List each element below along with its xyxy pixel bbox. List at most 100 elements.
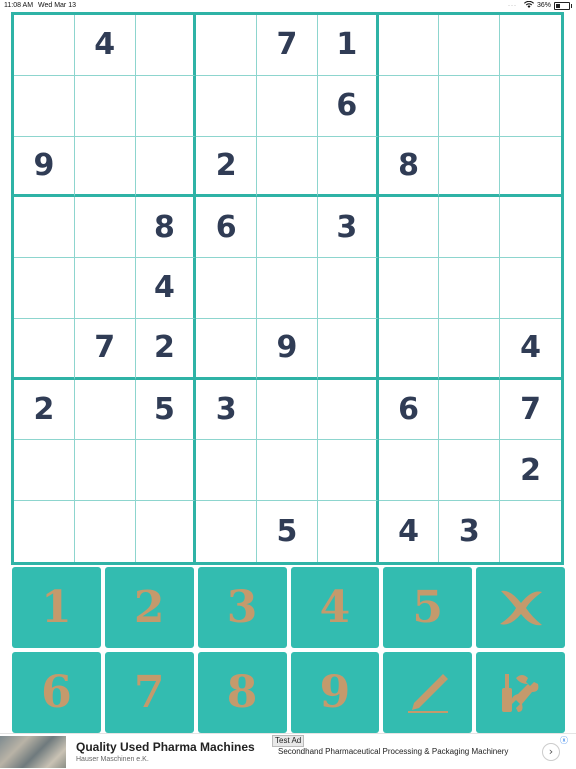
sudoku-cell[interactable] [318,501,379,562]
sudoku-cell[interactable] [74,440,136,502]
number-key-7[interactable]: 7 [104,652,194,733]
sudoku-cell[interactable]: 9 [14,136,75,198]
sudoku-cell[interactable] [135,75,197,137]
sudoku-cell[interactable] [439,75,501,137]
sudoku-cell[interactable] [439,379,501,441]
sudoku-cell[interactable]: 7 [500,380,561,441]
sudoku-cell[interactable]: 8 [378,136,440,198]
sudoku-cell[interactable] [14,318,75,380]
number-key-8[interactable]: 8 [197,652,287,733]
sudoku-cell[interactable] [317,258,379,319]
sudoku-cell[interactable] [317,318,379,380]
number-key-1[interactable]: 1 [12,567,101,648]
number-key-4[interactable]: 4 [290,567,380,648]
sudoku-cell[interactable]: 4 [135,258,197,319]
ad-close-icon[interactable]: ⓧ [560,735,568,746]
number-key-3[interactable]: 3 [197,567,287,648]
sudoku-cell[interactable]: 8 [135,197,197,259]
sudoku-cell[interactable] [317,136,379,198]
sudoku-cell[interactable] [14,75,75,137]
sudoku-cell[interactable]: 4 [500,319,561,380]
sudoku-cell[interactable] [500,137,561,198]
clear-button[interactable] [476,567,565,648]
sudoku-cell[interactable]: 6 [378,379,440,441]
sudoku-cell[interactable] [14,258,75,319]
sudoku-cell[interactable]: 3 [317,197,379,259]
sudoku-cell[interactable] [439,197,501,259]
ad-image[interactable] [0,736,66,768]
sudoku-cell[interactable] [500,258,561,319]
sudoku-cell[interactable] [257,258,318,319]
sudoku-cell[interactable] [378,258,440,319]
tools-button[interactable] [476,652,565,733]
sudoku-cell[interactable] [74,258,136,319]
number-key-9[interactable]: 9 [290,652,380,733]
sudoku-cell[interactable] [196,75,258,137]
sudoku-cell[interactable] [196,318,258,380]
number-key-2[interactable]: 2 [104,567,194,648]
notes-button[interactable] [383,652,473,733]
sudoku-cell[interactable]: 5 [257,501,318,562]
sudoku-cell[interactable] [439,15,501,76]
sudoku-cell[interactable] [378,318,440,380]
sudoku-cell[interactable]: 2 [14,379,75,441]
ad-title[interactable]: Quality Used Pharma Machines [76,740,255,754]
sudoku-cell[interactable] [14,15,75,76]
sudoku-cell[interactable] [257,197,318,259]
sudoku-cell[interactable] [74,379,136,441]
sudoku-cell[interactable] [74,75,136,137]
sudoku-cell[interactable] [257,379,318,441]
sudoku-cell[interactable] [317,440,379,502]
sudoku-cell[interactable] [135,15,197,76]
sudoku-cell[interactable] [439,318,501,380]
sudoku-cell[interactable] [135,136,197,198]
sudoku-cell[interactable] [196,501,258,562]
sudoku-cell[interactable]: 2 [500,440,561,502]
sudoku-cell[interactable] [74,197,136,259]
sudoku-cell[interactable]: 3 [196,379,258,441]
sudoku-cell[interactable]: 4 [74,15,136,76]
ad-description[interactable]: Secondhand Pharmaceutical Processing & P… [278,747,508,756]
sudoku-cell[interactable]: 5 [135,379,197,441]
sudoku-cell[interactable] [500,76,561,137]
multitask-dots[interactable]: ··· [508,3,517,9]
number-key-6[interactable]: 6 [12,652,101,733]
sudoku-cell[interactable]: 4 [379,501,440,562]
sudoku-cell[interactable]: 7 [257,15,318,76]
ad-open-arrow-icon[interactable]: › [542,743,560,761]
sudoku-cell[interactable] [257,136,318,198]
sudoku-cell[interactable] [378,197,440,259]
sudoku-cell[interactable] [14,197,75,259]
sudoku-cell[interactable] [378,75,440,137]
sudoku-cell[interactable] [378,440,440,502]
sudoku-cell[interactable] [75,501,136,562]
sudoku-cell[interactable] [439,440,501,502]
sudoku-cell[interactable]: 6 [196,197,258,259]
sudoku-cell[interactable] [378,15,440,76]
sudoku-cell[interactable]: 6 [317,75,379,137]
sudoku-cell[interactable] [257,75,318,137]
sudoku-cell[interactable] [74,136,136,198]
sudoku-cell[interactable] [500,15,561,76]
sudoku-cell[interactable]: 7 [74,318,136,380]
ad-banner[interactable]: Quality Used Pharma Machines Hauser Masc… [0,733,576,769]
sudoku-cell[interactable]: 9 [257,318,318,380]
sudoku-cell[interactable] [439,258,501,319]
sudoku-cell[interactable]: 2 [196,136,258,198]
sudoku-cell[interactable]: 1 [317,15,379,76]
sudoku-cell[interactable] [136,501,197,562]
number-key-5[interactable]: 5 [383,567,473,648]
sudoku-cell[interactable] [196,15,258,76]
sudoku-cell[interactable] [500,197,561,259]
sudoku-cell[interactable] [257,440,318,502]
sudoku-cell[interactable] [196,440,258,502]
sudoku-cell[interactable] [135,440,197,502]
sudoku-cell[interactable]: 3 [439,501,501,562]
sudoku-cell[interactable] [500,501,561,562]
sudoku-cell[interactable] [14,501,75,562]
sudoku-cell[interactable] [14,440,75,502]
sudoku-cell[interactable] [196,258,258,319]
sudoku-cell[interactable] [317,379,379,441]
sudoku-cell[interactable] [439,136,501,198]
sudoku-cell[interactable]: 2 [135,318,197,380]
